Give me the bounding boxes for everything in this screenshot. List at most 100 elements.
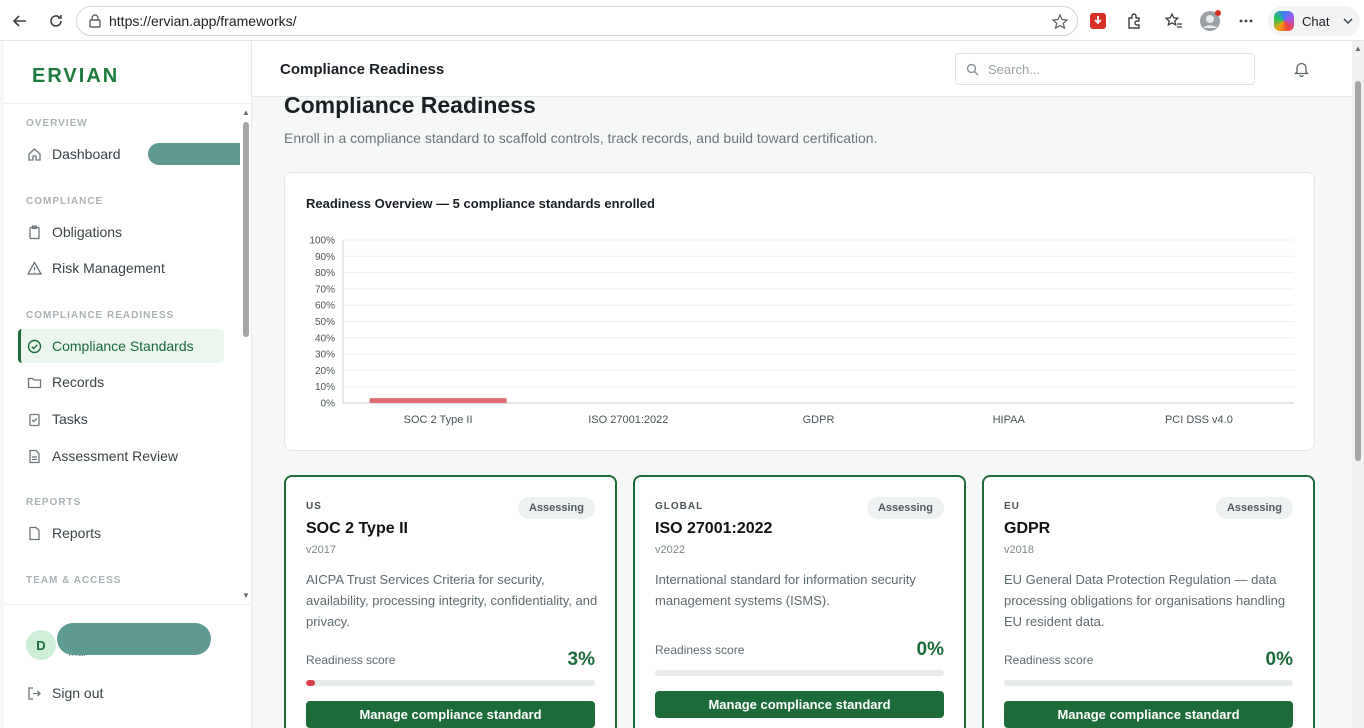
search-input[interactable] <box>988 61 1228 77</box>
y-tick-label: 90% <box>315 252 335 263</box>
manage-compliance-standard-button[interactable]: Manage compliance standard <box>655 691 944 718</box>
copilot-chat-button[interactable]: Chat <box>1268 6 1360 36</box>
sidebar-item-label: Risk Management <box>52 260 165 276</box>
sidebar-scrollbar[interactable]: ▲ ▼ <box>240 104 252 604</box>
manage-compliance-standard-button[interactable]: Manage compliance standard <box>1004 701 1293 728</box>
check-circle-icon <box>26 338 42 354</box>
reload-icon[interactable] <box>44 9 68 33</box>
scroll-thumb[interactable] <box>243 122 249 337</box>
page-subtitle: Enroll in a compliance standard to scaff… <box>284 130 878 146</box>
sidebar-item-obligations[interactable]: Obligations <box>18 215 224 249</box>
main-scrollbar[interactable]: ▲ <box>1352 41 1364 728</box>
page-title: Compliance Readiness <box>284 97 536 118</box>
readiness-score: 0% <box>916 639 944 660</box>
y-tick-label: 40% <box>315 333 335 344</box>
readiness-score: 0% <box>1265 649 1293 670</box>
sidebar-item-records[interactable]: Records <box>18 365 224 399</box>
readiness-progress-bar <box>306 680 595 686</box>
framework-name: GDPR <box>1004 520 1051 537</box>
clipboard-icon <box>26 224 42 240</box>
extension-download-icon[interactable] <box>1086 9 1110 33</box>
x-tick-label: ISO 27001:2022 <box>588 414 668 426</box>
y-tick-label: 20% <box>315 366 335 377</box>
bell-icon[interactable] <box>1291 59 1311 79</box>
document-icon <box>26 448 42 464</box>
sidebar-item-compliance-standards[interactable]: Compliance Standards <box>18 329 224 363</box>
framework-description: AICPA Trust Services Criteria for securi… <box>306 572 598 629</box>
y-tick-label: 70% <box>315 284 335 295</box>
avatar[interactable]: D <box>26 630 56 660</box>
scroll-down-arrow-icon[interactable]: ▼ <box>242 591 250 600</box>
home-icon <box>26 146 42 162</box>
y-tick-label: 50% <box>315 317 335 328</box>
framework-card-gdpr[interactable]: EU Assessing GDPR v2018 EU General Data … <box>982 475 1315 728</box>
status-badge: Assessing <box>517 497 595 519</box>
bookmark-star-icon[interactable] <box>1049 11 1071 33</box>
section-compliance-readiness: COMPLIANCE READINESS <box>26 310 175 321</box>
top-header: Compliance Readiness <box>252 41 1364 97</box>
framework-version: v2022 <box>655 544 685 556</box>
report-icon <box>26 525 42 541</box>
profile-avatar-icon[interactable] <box>1198 9 1222 33</box>
main-content: Compliance Readiness Enroll in a complia… <box>252 97 1352 728</box>
header-title: Compliance Readiness <box>280 61 445 78</box>
readiness-score: 3% <box>567 649 595 670</box>
scroll-up-arrow-icon[interactable]: ▲ <box>1354 45 1362 53</box>
x-tick-label: SOC 2 Type II <box>404 414 473 426</box>
sidebar-item-label: Dashboard <box>52 146 121 162</box>
copilot-logo-icon <box>1274 11 1294 31</box>
readiness-score-label: Readiness score <box>655 643 745 657</box>
lock-icon <box>87 13 103 29</box>
brand-logo[interactable]: ERVIAN <box>32 65 119 88</box>
scroll-thumb[interactable] <box>1355 81 1361 461</box>
sign-out-label: Sign out <box>52 685 104 701</box>
framework-card-soc2[interactable]: US Assessing SOC 2 Type II v2017 AICPA T… <box>284 475 617 728</box>
search-icon <box>966 62 980 76</box>
sidebar-item-label: Records <box>52 374 105 390</box>
x-tick-label: HIPAA <box>993 414 1026 426</box>
redaction-mark <box>148 143 240 165</box>
more-menu-icon[interactable] <box>1234 9 1258 33</box>
divider <box>4 604 252 605</box>
section-compliance: COMPLIANCE <box>26 196 104 207</box>
framework-description: International standard for information s… <box>655 572 916 608</box>
y-tick-label: 10% <box>315 382 335 393</box>
sign-out-icon <box>26 685 42 701</box>
sidebar-item-tasks[interactable]: Tasks <box>18 402 224 436</box>
scroll-up-arrow-icon[interactable]: ▲ <box>242 108 250 117</box>
readiness-score-label: Readiness score <box>1004 653 1094 667</box>
framework-name: SOC 2 Type II <box>306 520 408 537</box>
x-tick-label: PCI DSS v4.0 <box>1165 414 1233 426</box>
sidebar-item-reports[interactable]: Reports <box>18 516 224 550</box>
search-box[interactable] <box>955 53 1255 85</box>
manage-compliance-standard-button[interactable]: Manage compliance standard <box>306 701 595 728</box>
sign-out-button[interactable]: Sign out <box>26 681 103 705</box>
sidebar-item-assessment-review[interactable]: Assessment Review <box>18 439 224 473</box>
readiness-progress-bar <box>1004 680 1293 686</box>
chat-label: Chat <box>1302 13 1330 29</box>
status-badge: Assessing <box>866 497 944 519</box>
favorites-icon[interactable] <box>1162 9 1186 33</box>
framework-region: EU <box>1004 501 1020 512</box>
section-overview: OVERVIEW <box>26 118 88 129</box>
browser-toolbar: https://ervian.app/frameworks/ Chat <box>0 0 1364 41</box>
framework-version: v2017 <box>306 544 336 556</box>
sidebar-item-label: Tasks <box>52 411 88 427</box>
sidebar: ERVIAN OVERVIEW Dashboard COMPLIANCE Obl… <box>4 41 252 728</box>
readiness-bar-chart: 0% 10% 20% 30% 40% 50% 60% 70% 80% 90% 100% SOC 2 T… <box>309 236 1294 426</box>
y-tick-label: 0% <box>321 399 336 410</box>
task-icon <box>26 411 42 427</box>
status-badge: Assessing <box>1215 497 1293 519</box>
url-text: https://ervian.app/frameworks/ <box>109 13 297 29</box>
chevron-down-icon <box>1343 14 1353 29</box>
sidebar-item-risk-management[interactable]: Risk Management <box>18 251 224 285</box>
extensions-puzzle-icon[interactable] <box>1122 9 1146 33</box>
framework-card-iso27001[interactable]: GLOBAL Assessing ISO 27001:2022 v2022 In… <box>633 475 966 728</box>
sidebar-item-label: Assessment Review <box>52 448 179 464</box>
section-team-access: TEAM & ACCESS <box>26 575 122 586</box>
address-bar[interactable]: https://ervian.app/frameworks/ <box>76 6 1078 36</box>
framework-version: v2018 <box>1004 544 1034 556</box>
y-tick-label: 30% <box>315 350 335 361</box>
back-icon[interactable] <box>8 9 32 33</box>
framework-region: US <box>306 501 322 512</box>
